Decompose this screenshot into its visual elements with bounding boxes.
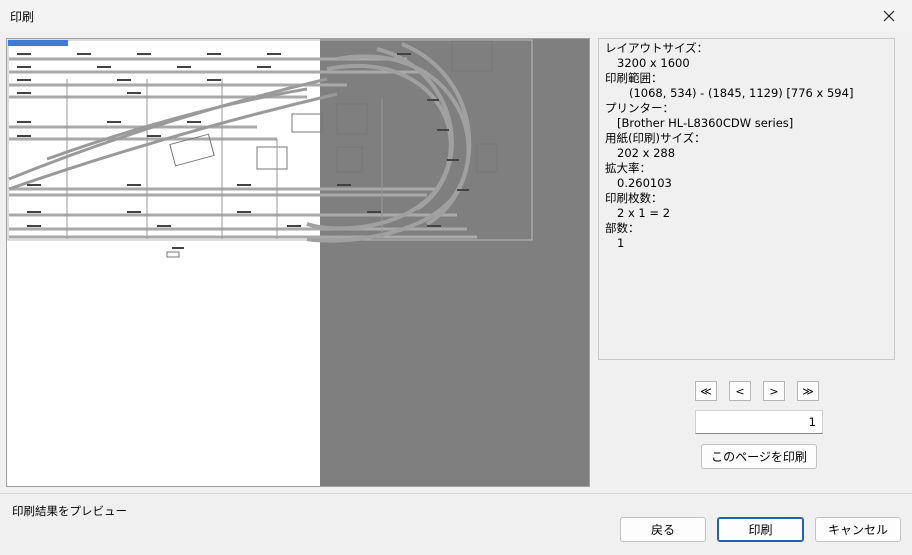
zoom-value: 0.260103: [617, 176, 672, 190]
print-button[interactable]: 印刷: [717, 517, 804, 542]
copies-value: 1: [617, 236, 625, 250]
footer-divider: [0, 493, 912, 494]
close-icon: [883, 10, 895, 22]
print-page-button[interactable]: このページを印刷: [701, 444, 817, 469]
print-preview: [6, 38, 590, 487]
layout-size-label: レイアウトサイズ：: [605, 41, 709, 55]
next-page-button[interactable]: >: [763, 381, 785, 401]
prev-page-button[interactable]: <: [729, 381, 751, 401]
print-range-label: 印刷範囲：: [605, 71, 663, 85]
sheets-value: 2 x 1 = 2: [617, 206, 671, 220]
close-button[interactable]: [866, 0, 912, 32]
printer-label: プリンター：: [605, 101, 674, 115]
layout-drawing: [7, 39, 533, 258]
cancel-button[interactable]: キャンセル: [815, 517, 901, 542]
first-page-button[interactable]: ≪: [695, 381, 717, 401]
back-button[interactable]: 戻る: [620, 517, 706, 542]
paper-size-label: 用紙(印刷)サイズ：: [605, 131, 706, 145]
copies-label: 部数：: [605, 221, 640, 235]
title-bar: 印刷: [0, 0, 912, 32]
layout-size-value: 3200 x 1600: [617, 56, 690, 70]
last-page-button[interactable]: ≫: [797, 381, 819, 401]
print-range-value: (1068, 534) - (1845, 1129) [776 x 594]: [629, 86, 854, 100]
zoom-label: 拡大率：: [605, 161, 651, 175]
sheets-label: 印刷枚数：: [605, 191, 663, 205]
printer-value: [Brother HL-L8360CDW series]: [617, 116, 794, 130]
page-number-input[interactable]: [695, 410, 823, 434]
paper-size-value: 202 x 288: [617, 146, 676, 160]
print-info-panel: レイアウトサイズ： 3200 x 1600 印刷範囲： (1068, 534) …: [598, 38, 895, 360]
window-title: 印刷: [10, 10, 35, 24]
status-text: 印刷結果をプレビュー: [12, 504, 127, 518]
